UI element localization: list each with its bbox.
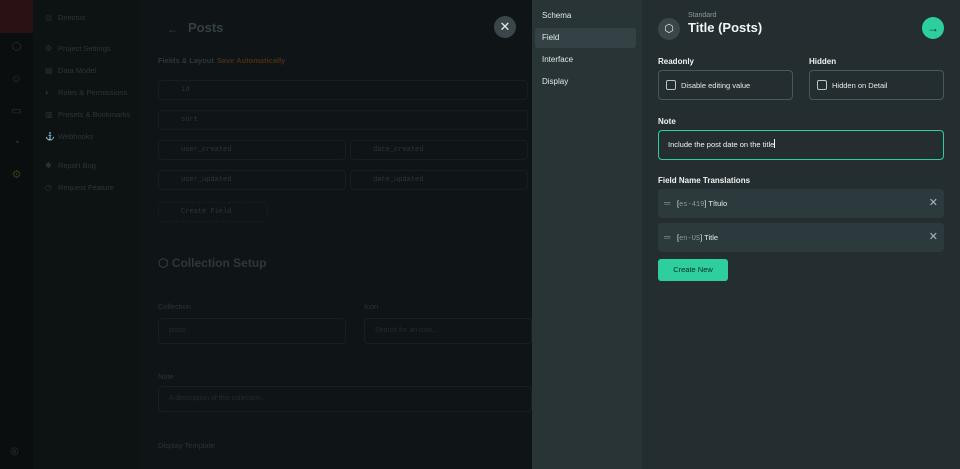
nav-item: ◐ Roles & Permissions [45, 88, 128, 97]
note-input: A description of this collection... [158, 386, 532, 412]
tab-field[interactable]: Field [535, 28, 636, 48]
translations-label: Field Name Translations [658, 176, 751, 185]
translation-text: [es-419] Título [677, 199, 728, 209]
field-row: date_updated [350, 170, 528, 190]
note-label: Note [158, 372, 174, 381]
settings-nav: ◎ Directus ⚙ Project Settings ▤ Data Model … [33, 0, 140, 469]
create-new-button[interactable]: Create New [658, 259, 728, 281]
box-icon: ⬡ [658, 18, 680, 40]
remove-icon[interactable]: ✕ [929, 189, 938, 218]
translation-row[interactable]: ═ [en-US] Title ✕ [658, 223, 944, 252]
nav-item: ◷ Request Feature [45, 183, 114, 192]
header-title: Title (Posts) [688, 20, 763, 35]
field-row: user_updated [158, 170, 346, 190]
page-title: Posts [188, 20, 224, 35]
readonly-checkbox-label: Disable editing value [681, 81, 751, 90]
module-bar: ⬡ ☺ ▭ ◔ ⚙ [0, 0, 33, 469]
settings-icon: ⚙ [11, 169, 22, 181]
nav-item: ▤ Data Model [45, 66, 97, 75]
collection-label: Collection [158, 302, 191, 311]
close-drawer-button[interactable]: ✕ [494, 16, 516, 38]
drawer-sidebar: Schema Field Interface Display [532, 0, 642, 469]
field-row: user_created [158, 140, 346, 160]
tab-display[interactable]: Display [535, 72, 636, 92]
arrow-right-icon: → [927, 21, 939, 35]
field-row: date_created [350, 140, 528, 160]
translation-row[interactable]: ═ [es-419] Título ✕ [658, 189, 944, 218]
translation-text: [en-US] Title [677, 233, 719, 243]
hidden-checkbox-label: Hidden on Detail [832, 81, 888, 90]
note-label: Note [658, 117, 676, 126]
field-row: id [158, 80, 528, 100]
text-caret [774, 139, 776, 148]
nav-item: ✱ Report Bug [45, 161, 96, 170]
hidden-label: Hidden [809, 57, 837, 66]
bell-icon: ◎ [10, 446, 19, 457]
section-label: Fields & Layout Save Automatically [158, 56, 286, 65]
tab-interface[interactable]: Interface [535, 50, 636, 70]
drawer-content: ⬡ Standard Title (Posts) → Readonly Disa… [642, 0, 960, 469]
app-root: ⬡ ☺ ▭ ◔ ⚙ ◎ Directus ⚙ Project Settings ▤ D… [0, 0, 960, 469]
field-row: sort [158, 110, 528, 130]
nav-item: ⚙ Project Settings [45, 44, 111, 53]
drag-handle-icon[interactable]: ═ [664, 189, 670, 218]
nav-item: ◎ Directus [45, 13, 86, 22]
cube-icon: ⬡ [158, 256, 172, 270]
cube-icon: ⬡ [11, 41, 22, 53]
note-input[interactable]: Include the post date on the title [658, 130, 944, 160]
close-icon: ✕ [499, 19, 511, 34]
collection-input: posts [158, 318, 346, 344]
collection-setup-heading: ⬡ Collection Setup [158, 256, 267, 270]
checkbox-icon [666, 80, 676, 90]
icon-input: Search for an icon... [364, 318, 532, 344]
users-icon: ☺ [10, 73, 23, 85]
display-template-label: Display Template [158, 441, 215, 450]
save-button[interactable]: → [922, 17, 944, 39]
readonly-checkbox[interactable]: Disable editing value [658, 70, 793, 100]
tab-schema[interactable]: Schema [535, 6, 636, 26]
checkbox-icon [817, 80, 827, 90]
nav-item: ⚓ Webhooks [45, 132, 94, 141]
drag-handle-icon[interactable]: ═ [664, 223, 670, 252]
note-value: Include the post date on the title [668, 140, 775, 149]
header-subtitle: Standard [688, 12, 717, 19]
folder-icon: ▭ [11, 105, 22, 117]
background-main: ← Posts Fields & Layout Save Automaticall… [140, 0, 532, 469]
hidden-checkbox[interactable]: Hidden on Detail [809, 70, 944, 100]
icon-label: Icon [364, 302, 379, 311]
readonly-label: Readonly [658, 57, 695, 66]
back-icon: ← [167, 22, 179, 36]
remove-icon[interactable]: ✕ [929, 223, 938, 252]
create-field-row: Create Field [158, 202, 268, 222]
insights-icon: ◔ [13, 137, 20, 149]
nav-item: ▥ Presets & Bookmarks [45, 110, 131, 119]
logo [0, 0, 33, 33]
